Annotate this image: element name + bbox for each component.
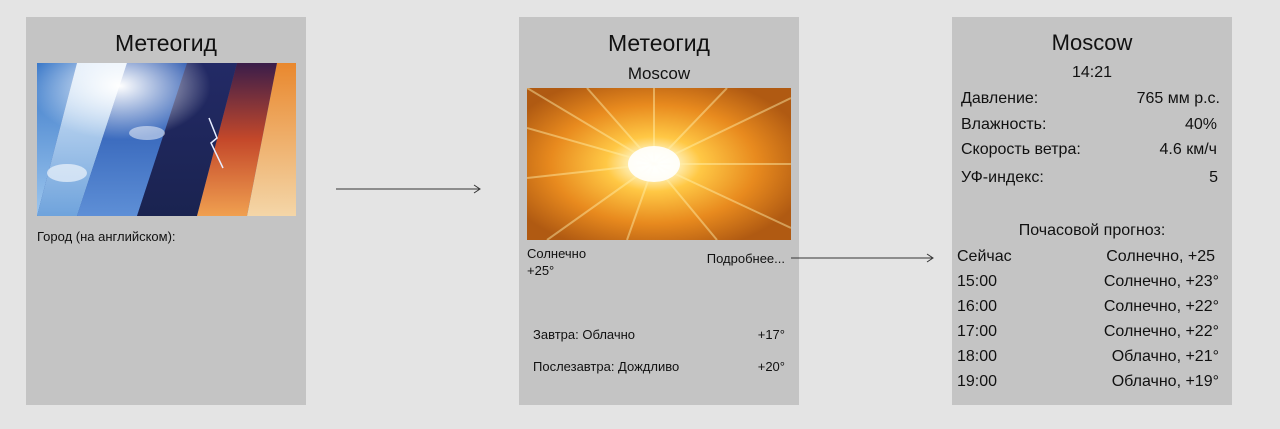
hourly-forecast: Солнечно, +22° xyxy=(1103,323,1219,340)
stat-label-wind: Скорость ветра: xyxy=(961,141,1081,158)
flow-arrow xyxy=(791,253,934,263)
stat-label-pressure: Давление: xyxy=(961,90,1039,107)
city-label: Город (на английском): xyxy=(37,229,176,244)
sun-image xyxy=(527,88,791,240)
hourly-forecast: Солнечно, +23° xyxy=(1103,273,1219,290)
start-screen: Метеогид Город (на английском): xyxy=(26,17,306,405)
hourly-time: 17:00 xyxy=(957,323,998,340)
tomorrow-forecast: Завтра: Облачно xyxy=(533,327,636,342)
hourly-forecast: Облачно, +19° xyxy=(1111,373,1219,390)
app-title: Метеогид xyxy=(608,30,710,56)
current-temperature: +25° xyxy=(527,263,555,278)
after-tomorrow-temperature: +20° xyxy=(757,359,785,374)
hourly-forecast: Солнечно, +22° xyxy=(1103,298,1219,315)
hourly-time: Сейчас xyxy=(957,248,1012,265)
weather-condition: Солнечно xyxy=(527,246,587,261)
hourly-time: 16:00 xyxy=(957,298,998,315)
tomorrow-temperature: +17° xyxy=(757,327,785,342)
city-name: Moscow xyxy=(627,64,691,83)
hourly-time: 19:00 xyxy=(957,373,998,390)
stat-label-humidity: Влажность: xyxy=(961,116,1047,133)
current-time: 14:21 xyxy=(1071,64,1113,81)
hourly-time: 15:00 xyxy=(957,273,998,290)
stat-label-uv: УФ-индекс: xyxy=(961,169,1044,186)
city-name: Moscow xyxy=(1051,30,1133,55)
stat-value-uv: 5 xyxy=(1209,169,1218,186)
details-link[interactable]: Подробнее... xyxy=(707,251,785,266)
hourly-forecast: Солнечно, +25 xyxy=(1106,248,1215,265)
stat-value-wind: 4.6 км/ч xyxy=(1159,141,1217,158)
after-tomorrow-forecast: Послезавтра: Дождливо xyxy=(533,359,680,374)
stat-value-pressure: 765 мм р.с. xyxy=(1136,90,1220,107)
hourly-forecast: Облачно, +21° xyxy=(1111,348,1219,365)
weather-screen: Метеогид Moscow Солнечно +25° Подробнее.… xyxy=(519,17,799,405)
stat-value-humidity: 40% xyxy=(1184,116,1217,133)
app-title: Метеогид xyxy=(115,30,217,56)
hourly-forecast-title: Почасовой прогноз: xyxy=(1018,222,1166,239)
details-screen: Moscow 14:21 Давление: 765 мм р.с. Влажн… xyxy=(952,17,1232,405)
hourly-time: 18:00 xyxy=(957,348,998,365)
flow-arrow xyxy=(336,184,481,194)
weather-collage-image xyxy=(37,63,296,216)
